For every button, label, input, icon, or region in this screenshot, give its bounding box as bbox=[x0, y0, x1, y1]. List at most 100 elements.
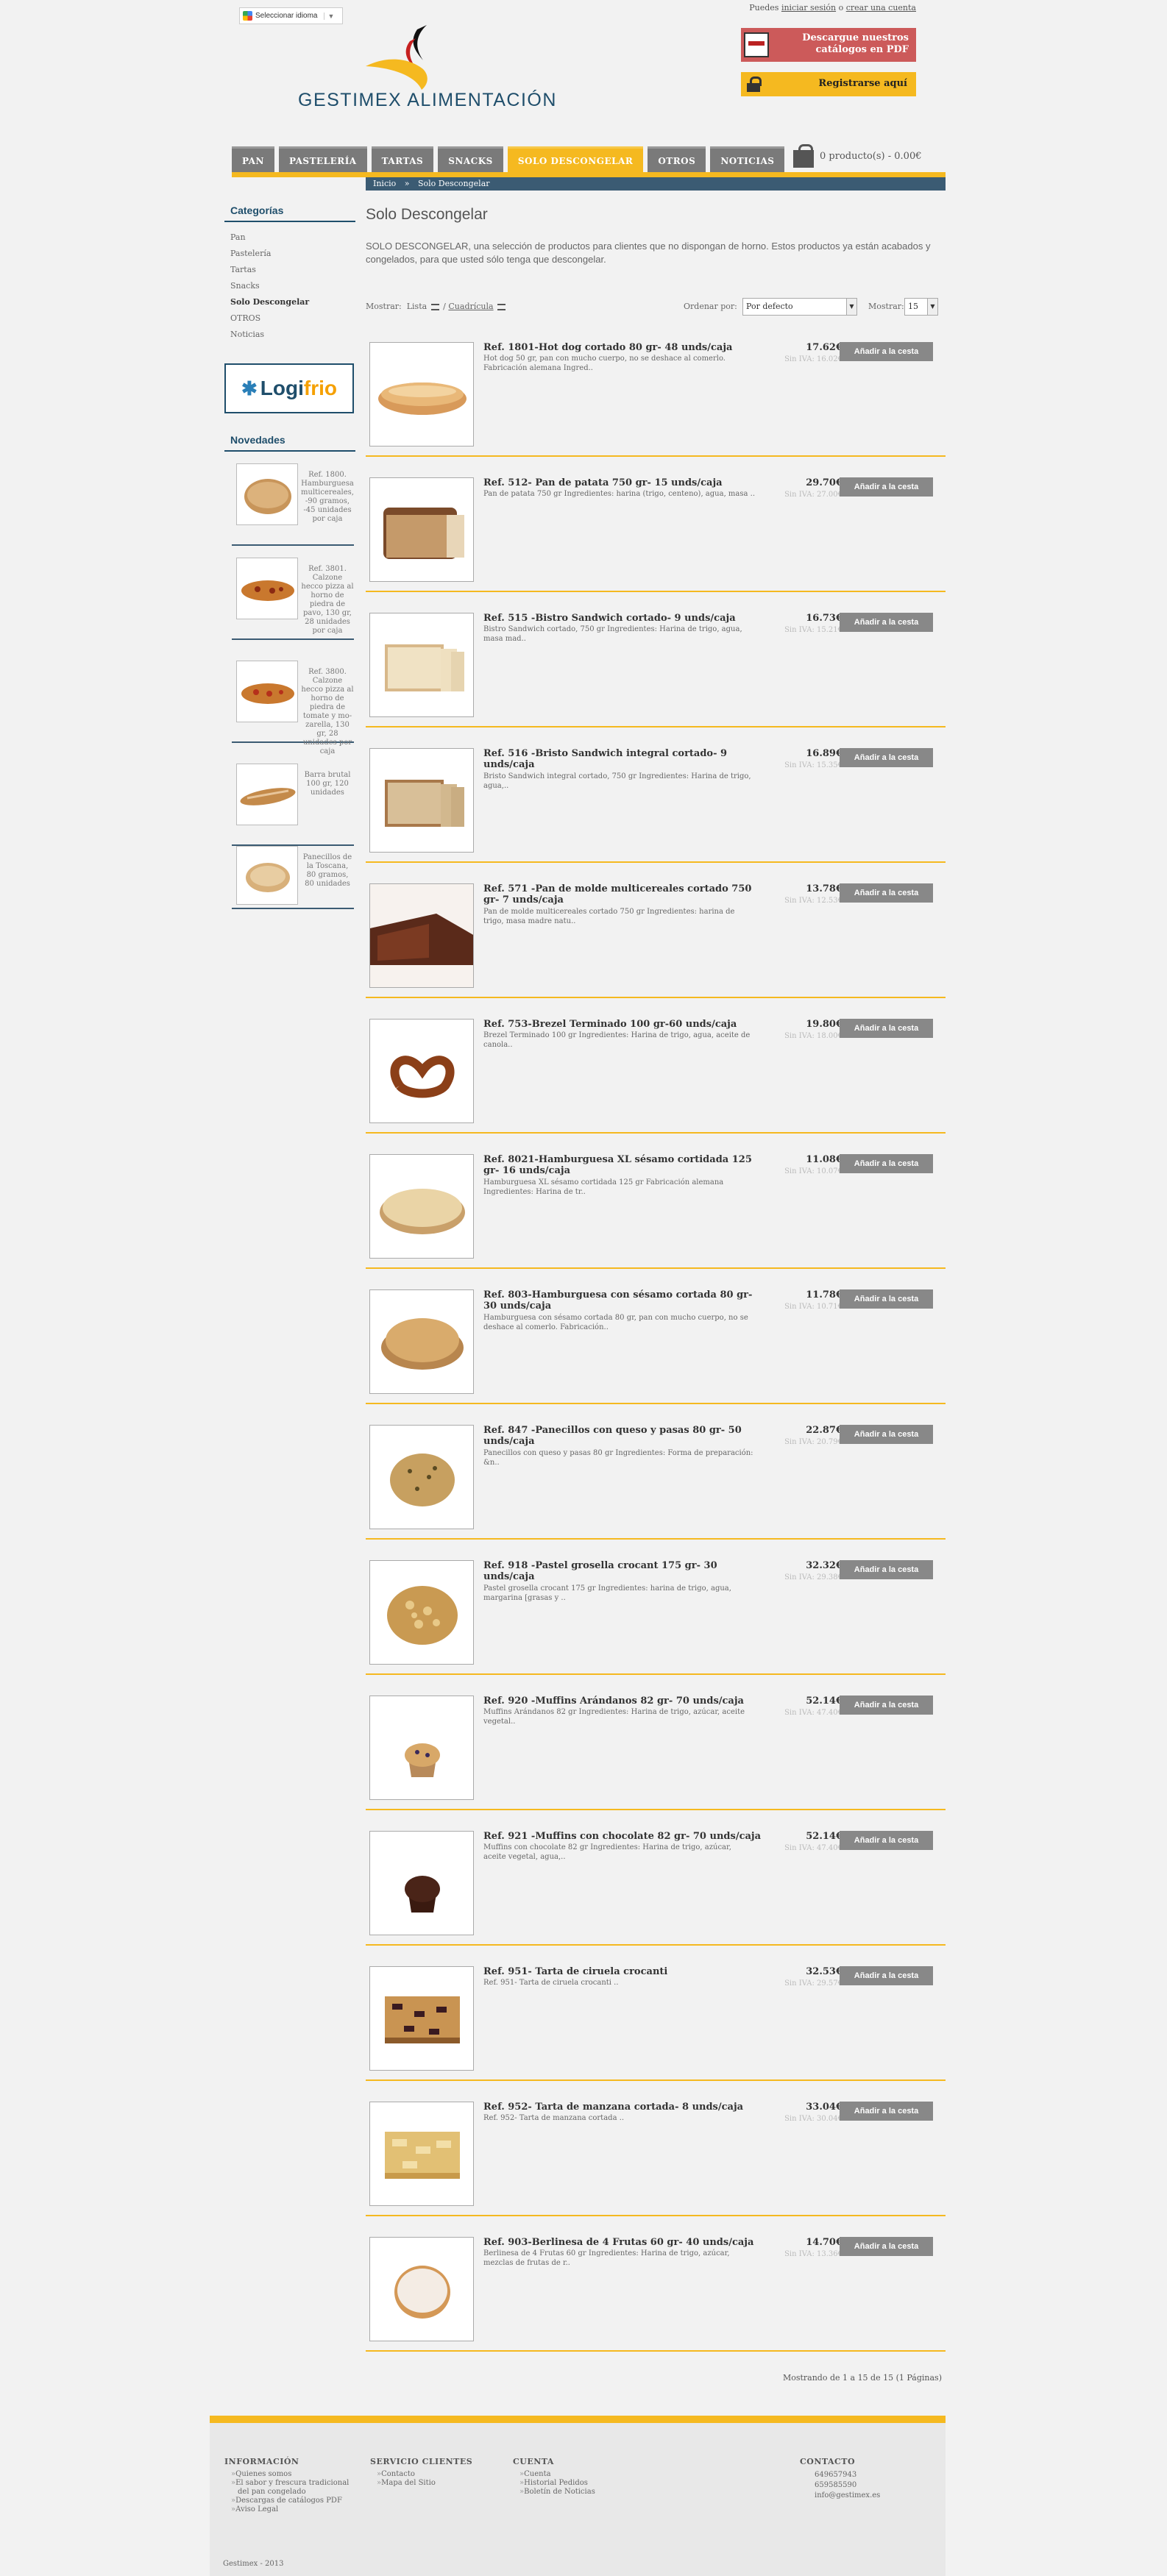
list-icon[interactable] bbox=[430, 303, 439, 310]
footer-contact: CONTACTO 649657943 659585590 info@gestim… bbox=[800, 2457, 880, 2501]
product-image[interactable] bbox=[369, 1966, 474, 2071]
product-image[interactable] bbox=[369, 613, 474, 717]
novedad-image[interactable] bbox=[236, 846, 298, 905]
novedad-image[interactable] bbox=[236, 764, 298, 825]
add-to-cart-button[interactable]: Añadir a la cesta bbox=[840, 1696, 933, 1715]
add-to-cart-button[interactable]: Añadir a la cesta bbox=[840, 1289, 933, 1309]
novedad-text[interactable]: Ref. 3801. Calzone hecco pizza al horno … bbox=[301, 565, 354, 636]
category-item[interactable]: Noticias bbox=[230, 327, 309, 343]
breadcrumb-home[interactable]: Inicio bbox=[373, 179, 396, 188]
product-image[interactable] bbox=[369, 2237, 474, 2341]
nav-pasteleria[interactable]: PASTELERÍA bbox=[278, 146, 367, 173]
novedad-item[interactable]: Panecillos de la Toscana, 80 gramos, 80 … bbox=[232, 846, 354, 909]
product-name[interactable]: Ref. 516 -Bristo Sandwich integral corta… bbox=[483, 748, 762, 770]
product-name[interactable]: Ref. 921 -Muffins con chocolate 82 gr- 7… bbox=[483, 1831, 762, 1842]
product-name[interactable]: Ref. 753-Brezel Terminado 100 gr-60 unds… bbox=[483, 1019, 762, 1030]
footer-link[interactable]: El sabor y frescura tradicional del pan … bbox=[224, 2479, 357, 2497]
footer-link[interactable]: Quienes somos bbox=[224, 2470, 357, 2479]
add-to-cart-button[interactable]: Añadir a la cesta bbox=[840, 883, 933, 903]
product-name[interactable]: Ref. 515 -Bistro Sandwich cortado- 9 und… bbox=[483, 613, 762, 624]
product-name[interactable]: Ref. 847 -Panecillos con queso y pasas 8… bbox=[483, 1425, 762, 1447]
product-image[interactable] bbox=[369, 1696, 474, 1800]
add-to-cart-button[interactable]: Añadir a la cesta bbox=[840, 342, 933, 361]
nav-tartas[interactable]: TARTAS bbox=[371, 146, 434, 173]
footer-link[interactable]: Aviso Legal bbox=[224, 2505, 357, 2514]
product-name[interactable]: Ref. 918 -Pastel grosella crocant 175 gr… bbox=[483, 1560, 762, 1582]
list-view-link[interactable]: Lista bbox=[407, 302, 427, 311]
nav-snacks[interactable]: SNACKS bbox=[438, 146, 503, 173]
product-name[interactable]: Ref. 920 -Muffins Arándanos 82 gr- 70 un… bbox=[483, 1696, 762, 1707]
add-to-cart-button[interactable]: Añadir a la cesta bbox=[840, 2102, 933, 2121]
nav-otros[interactable]: OTROS bbox=[648, 146, 706, 173]
product-image[interactable] bbox=[369, 1289, 474, 1394]
novedad-item[interactable]: Ref. 1800. Hamburguesa multicereales, -9… bbox=[232, 463, 354, 546]
novedad-text[interactable]: Ref. 3800. Calzone hecco pizza al horno … bbox=[301, 668, 354, 756]
nav-noticias[interactable]: NOTICIAS bbox=[710, 146, 785, 173]
add-to-cart-button[interactable]: Añadir a la cesta bbox=[840, 1966, 933, 1985]
footer-email[interactable]: info@gestimex.es bbox=[800, 2491, 880, 2501]
grid-icon[interactable] bbox=[497, 303, 506, 310]
novedad-item[interactable]: Ref. 3800. Calzone hecco pizza al horno … bbox=[232, 661, 354, 755]
breadcrumb-current[interactable]: Solo Descongelar bbox=[418, 179, 490, 188]
add-to-cart-button[interactable]: Añadir a la cesta bbox=[840, 1560, 933, 1579]
category-item[interactable]: OTROS bbox=[230, 310, 309, 327]
pdf-catalog-banner[interactable]: Descargue nuestros catálogos en PDF bbox=[741, 28, 916, 62]
novedad-text[interactable]: Barra brutal 100 gr, 120 unidades bbox=[301, 771, 354, 797]
product-image[interactable] bbox=[369, 477, 474, 582]
product-image[interactable] bbox=[369, 2102, 474, 2206]
category-item[interactable]: Tartas bbox=[230, 262, 309, 278]
product-name[interactable]: Ref. 952- Tarta de manzana cortada- 8 un… bbox=[483, 2102, 762, 2113]
novedad-text[interactable]: Panecillos de la Toscana, 80 gramos, 80 … bbox=[301, 853, 354, 889]
logifrio-banner[interactable]: ✱ Logi frio bbox=[224, 363, 354, 413]
add-to-cart-button[interactable]: Añadir a la cesta bbox=[840, 1425, 933, 1444]
add-to-cart-button[interactable]: Añadir a la cesta bbox=[840, 613, 933, 632]
product-name[interactable]: Ref. 951- Tarta de ciruela crocanti bbox=[483, 1966, 762, 1977]
novedad-image[interactable] bbox=[236, 558, 298, 619]
novedad-item[interactable]: Barra brutal 100 gr, 120 unidades bbox=[232, 764, 354, 846]
product-name[interactable]: Ref. 512- Pan de patata 750 gr- 15 unds/… bbox=[483, 477, 762, 488]
footer-link[interactable]: Descargas de catálogos PDF bbox=[224, 2497, 357, 2505]
product-name[interactable]: Ref. 571 -Pan de molde multicereales cor… bbox=[483, 883, 762, 905]
product-name[interactable]: Ref. 8021-Hamburguesa XL sésamo cortidad… bbox=[483, 1154, 762, 1176]
add-to-cart-button[interactable]: Añadir a la cesta bbox=[840, 2237, 933, 2256]
category-item-active[interactable]: Solo Descongelar bbox=[230, 294, 309, 310]
product-image[interactable] bbox=[369, 1425, 474, 1529]
product-name[interactable]: Ref. 903-Berlinesa de 4 Frutas 60 gr- 40… bbox=[483, 2237, 762, 2248]
product-image[interactable] bbox=[369, 883, 474, 988]
nav-pan[interactable]: PAN bbox=[232, 146, 274, 173]
product-image[interactable] bbox=[369, 1019, 474, 1123]
product-name[interactable]: Ref. 1801-Hot dog cortado 80 gr- 48 unds… bbox=[483, 342, 762, 353]
footer-link[interactable]: Historial Pedidos bbox=[513, 2479, 595, 2488]
login-link[interactable]: iniciar sesión bbox=[781, 3, 836, 13]
novedad-text[interactable]: Ref. 1800. Hamburguesa multicereales, -9… bbox=[301, 471, 354, 524]
product-image[interactable] bbox=[369, 342, 474, 446]
product-image[interactable] bbox=[369, 748, 474, 853]
limit-select[interactable]: 15 ▼ bbox=[904, 298, 938, 316]
footer-link[interactable]: Mapa del Sitio bbox=[370, 2479, 472, 2488]
novedad-image[interactable] bbox=[236, 661, 298, 722]
product-image[interactable] bbox=[369, 1154, 474, 1259]
brand-logo[interactable]: GESTIMEX ALIMENTACIÓN bbox=[298, 22, 556, 110]
product-name[interactable]: Ref. 803-Hamburguesa con sésamo cortada … bbox=[483, 1289, 762, 1312]
add-to-cart-button[interactable]: Añadir a la cesta bbox=[840, 477, 933, 497]
product-image[interactable] bbox=[369, 1831, 474, 1935]
novedad-item[interactable]: Ref. 3801. Calzone hecco pizza al horno … bbox=[232, 558, 354, 640]
create-account-link[interactable]: crear una cuenta bbox=[846, 3, 916, 13]
nav-solo-descongelar[interactable]: SOLO DESCONGELAR bbox=[507, 146, 644, 173]
category-item[interactable]: Pastelería bbox=[230, 246, 309, 262]
footer-link[interactable]: Cuenta bbox=[513, 2470, 595, 2479]
sort-select[interactable]: Por defecto ▼ bbox=[742, 298, 857, 316]
category-item[interactable]: Snacks bbox=[230, 278, 309, 294]
footer-link[interactable]: Boletín de Noticias bbox=[513, 2488, 595, 2497]
product-image[interactable] bbox=[369, 1560, 474, 1665]
footer-link[interactable]: Contacto bbox=[370, 2470, 472, 2479]
add-to-cart-button[interactable]: Añadir a la cesta bbox=[840, 1019, 933, 1038]
grid-view-link[interactable]: Cuadrícula bbox=[448, 302, 493, 311]
register-banner[interactable]: Registrarse aquí bbox=[741, 72, 916, 96]
category-item[interactable]: Pan bbox=[230, 230, 309, 246]
add-to-cart-button[interactable]: Añadir a la cesta bbox=[840, 1831, 933, 1850]
novedad-image[interactable] bbox=[236, 463, 298, 525]
add-to-cart-button[interactable]: Añadir a la cesta bbox=[840, 1154, 933, 1173]
cart-summary[interactable]: 0 producto(s) - 0.00€ bbox=[793, 143, 921, 169]
add-to-cart-button[interactable]: Añadir a la cesta bbox=[840, 748, 933, 767]
